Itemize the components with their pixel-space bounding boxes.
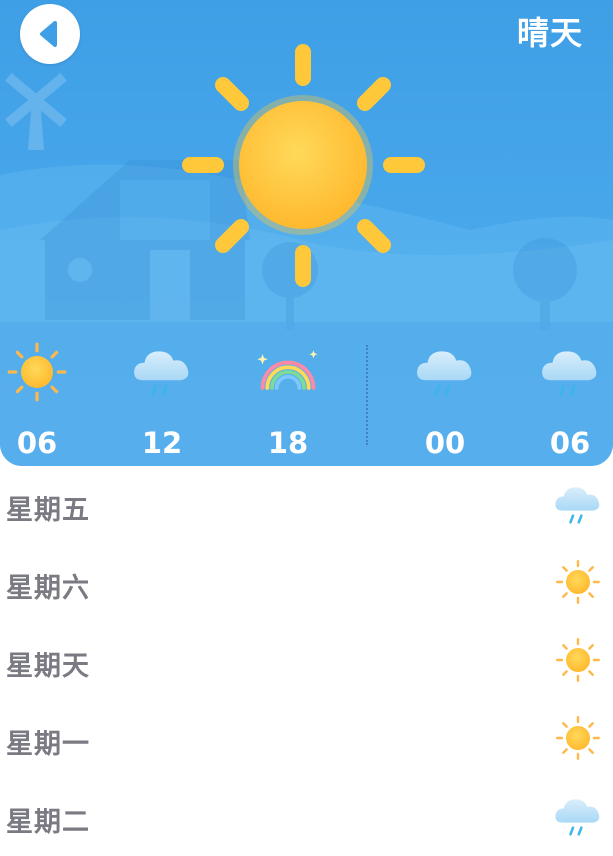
rain-cloud-icon	[551, 479, 605, 529]
back-button[interactable]	[20, 4, 80, 64]
hourly-item: 06	[0, 340, 82, 460]
hourly-item: 06	[525, 340, 613, 460]
day-label: 星期天	[6, 651, 90, 682]
daily-forecast-row[interactable]: 星期一	[0, 700, 613, 778]
hourly-item: 18	[243, 340, 333, 460]
weather-hero: 晴天 06 12 18 00 06	[0, 0, 613, 466]
rainbow-icon	[255, 347, 321, 397]
rain-cloud-icon	[551, 791, 605, 841]
day-label: 星期六	[6, 573, 90, 604]
daily-forecast-row[interactable]: 星期天	[0, 622, 613, 700]
day-divider	[366, 345, 368, 445]
sun-icon	[5, 340, 69, 404]
daily-forecast-row[interactable]: 星期二	[0, 778, 613, 856]
hourly-item: 00	[400, 340, 490, 460]
hourly-item: 12	[117, 340, 207, 460]
hourly-forecast: 06 12 18 00 06	[0, 330, 613, 460]
day-label: 星期一	[6, 729, 90, 760]
hourly-time: 12	[141, 426, 183, 460]
sun-icon	[554, 714, 602, 762]
daily-forecast-row[interactable]: 星期六	[0, 544, 613, 622]
rain-cloud-icon	[412, 340, 478, 404]
rain-cloud-icon	[129, 340, 195, 404]
hourly-time: 18	[267, 426, 309, 460]
sun-icon	[554, 636, 602, 684]
sun-icon	[554, 558, 602, 606]
rain-cloud-icon	[537, 340, 603, 404]
day-label: 星期五	[6, 495, 90, 526]
hourly-time: 00	[424, 426, 466, 460]
daily-forecast-row[interactable]: 星期五	[0, 466, 613, 544]
back-arrow-icon	[40, 21, 57, 47]
day-label: 星期二	[6, 807, 90, 838]
sun-icon	[182, 44, 425, 287]
weather-condition-title: 晴天	[516, 14, 583, 52]
hourly-time: 06	[549, 426, 591, 460]
hourly-time: 06	[16, 426, 58, 460]
